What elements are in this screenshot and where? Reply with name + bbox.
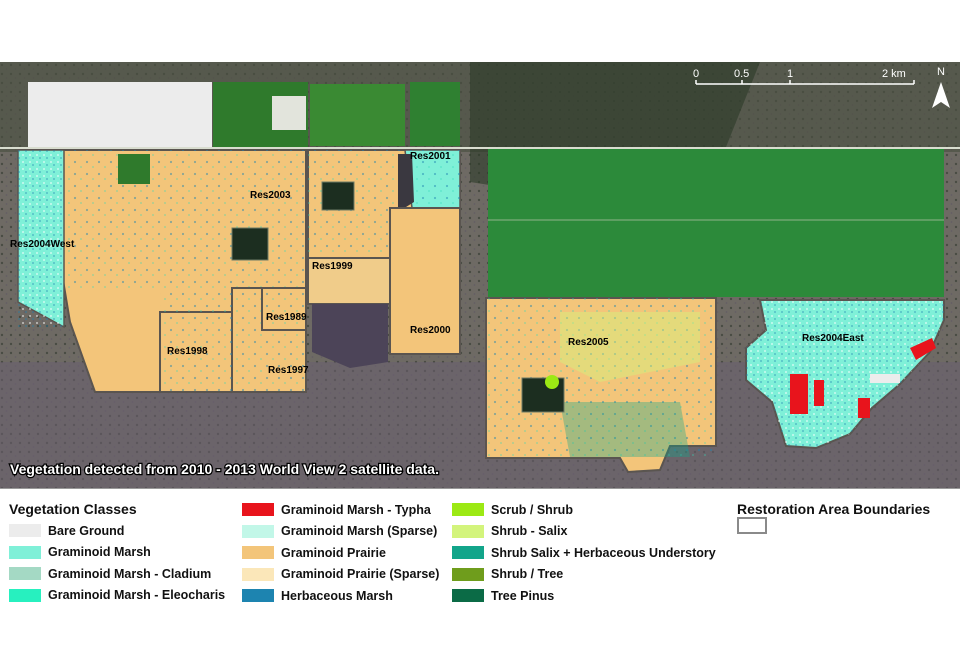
bare-ground-area bbox=[28, 82, 212, 148]
typha-patch bbox=[814, 380, 824, 406]
map-caption: Vegetation detected from 2010 - 2013 Wor… bbox=[10, 461, 439, 477]
dark-slough bbox=[398, 154, 414, 212]
legend-item: Graminoid Prairie (Sparse) bbox=[242, 564, 439, 586]
legend-item: Shrub / Tree bbox=[452, 564, 716, 586]
legend-item: Shrub - Salix bbox=[452, 521, 716, 543]
area-label: Res2003 bbox=[250, 190, 291, 201]
area-label: Res2005 bbox=[568, 337, 609, 348]
legend-item: Herbaceous Marsh bbox=[242, 585, 439, 607]
green-field bbox=[410, 82, 460, 146]
legend-title: Vegetation Classes bbox=[9, 501, 137, 517]
legend-label: Shrub - Salix bbox=[491, 524, 568, 539]
marsh-patch bbox=[560, 402, 690, 457]
legend-label: Scrub / Shrub bbox=[491, 502, 573, 517]
legend-swatch bbox=[9, 588, 41, 602]
green-field bbox=[118, 154, 150, 184]
legend: Vegetation Classes Bare Ground Graminoid… bbox=[0, 488, 960, 613]
legend-swatch bbox=[9, 545, 41, 559]
scale-tick-label: 0 bbox=[693, 68, 699, 80]
legend-column: Bare Ground Graminoid Marsh Graminoid Ma… bbox=[9, 520, 225, 606]
speckle-texture bbox=[64, 150, 304, 290]
legend-item: Graminoid Marsh - Eleocharis bbox=[9, 585, 225, 607]
legend-item: Graminoid Marsh - Cladium bbox=[9, 563, 225, 585]
legend-item: Shrub Salix + Herbaceous Understory bbox=[452, 542, 716, 564]
legend-swatch bbox=[242, 503, 274, 517]
scale-tick-label: 2 km bbox=[882, 68, 906, 80]
bare-patch bbox=[272, 96, 306, 130]
legend-swatch bbox=[242, 546, 274, 560]
legend-label: Graminoid Marsh - Cladium bbox=[48, 566, 212, 581]
legend-item: Graminoid Prairie bbox=[242, 542, 439, 564]
legend-label: Tree Pinus bbox=[491, 588, 555, 603]
legend-swatch bbox=[452, 546, 484, 560]
area-label: Res1999 bbox=[312, 261, 353, 272]
scale-tick-label: 0.5 bbox=[734, 68, 749, 80]
speckle-texture bbox=[160, 288, 306, 392]
area-label: Res2001 bbox=[410, 151, 451, 162]
legend-swatch bbox=[242, 567, 274, 581]
legend-column: Graminoid Marsh - Typha Graminoid Marsh … bbox=[242, 499, 439, 607]
area-label: Res2004East bbox=[802, 333, 864, 344]
legend-label: Herbaceous Marsh bbox=[281, 588, 393, 603]
typha-patch bbox=[858, 398, 870, 418]
legend-column: Scrub / Shrub Shrub - Salix Shrub Salix … bbox=[452, 499, 716, 607]
legend-item: Graminoid Marsh bbox=[9, 542, 225, 564]
typha-patch bbox=[790, 374, 808, 414]
legend-swatch bbox=[452, 589, 484, 603]
legend-label: Graminoid Marsh bbox=[48, 545, 151, 560]
legend-swatch bbox=[452, 524, 484, 538]
boundaries-title: Restoration Area Boundaries bbox=[737, 501, 931, 517]
tree-island bbox=[321, 181, 355, 211]
shrub-patch bbox=[545, 375, 559, 389]
area-label: Res1997 bbox=[268, 365, 309, 376]
legend-swatch bbox=[242, 524, 274, 538]
area-label: Res2004West bbox=[10, 239, 75, 250]
green-field bbox=[310, 84, 405, 146]
tree-island bbox=[231, 227, 269, 261]
legend-swatch bbox=[452, 567, 484, 581]
legend-label: Graminoid Marsh (Sparse) bbox=[281, 524, 438, 539]
vegetation-map: Res2001 Res2003 Res2004West Res1999 Res1… bbox=[0, 62, 960, 488]
green-pasture bbox=[488, 149, 944, 297]
north-label: N bbox=[937, 66, 945, 78]
bare-patch bbox=[870, 374, 900, 383]
area-label: Res2000 bbox=[410, 325, 451, 336]
legend-label: Graminoid Marsh - Typha bbox=[281, 502, 431, 517]
area-label: Res1989 bbox=[266, 312, 307, 323]
scale-tick-label: 1 bbox=[787, 68, 793, 80]
legend-label: Bare Ground bbox=[48, 523, 125, 538]
legend-item: Scrub / Shrub bbox=[452, 499, 716, 521]
legend-swatch bbox=[9, 567, 41, 581]
legend-swatch bbox=[452, 503, 484, 517]
legend-label: Shrub Salix + Herbaceous Understory bbox=[491, 545, 716, 560]
legend-item: Graminoid Marsh (Sparse) bbox=[242, 521, 439, 543]
boundary-swatch bbox=[737, 517, 767, 534]
legend-label: Shrub / Tree bbox=[491, 567, 564, 582]
legend-swatch bbox=[242, 589, 274, 603]
legend-label: Graminoid Prairie bbox=[281, 545, 386, 560]
legend-item: Graminoid Marsh - Typha bbox=[242, 499, 439, 521]
area-label: Res1998 bbox=[167, 346, 208, 357]
legend-label: Graminoid Prairie (Sparse) bbox=[281, 567, 440, 582]
legend-swatch bbox=[9, 524, 41, 538]
legend-item: Tree Pinus bbox=[452, 585, 716, 607]
legend-item: Bare Ground bbox=[9, 520, 225, 542]
legend-label: Graminoid Marsh - Eleocharis bbox=[48, 588, 226, 603]
